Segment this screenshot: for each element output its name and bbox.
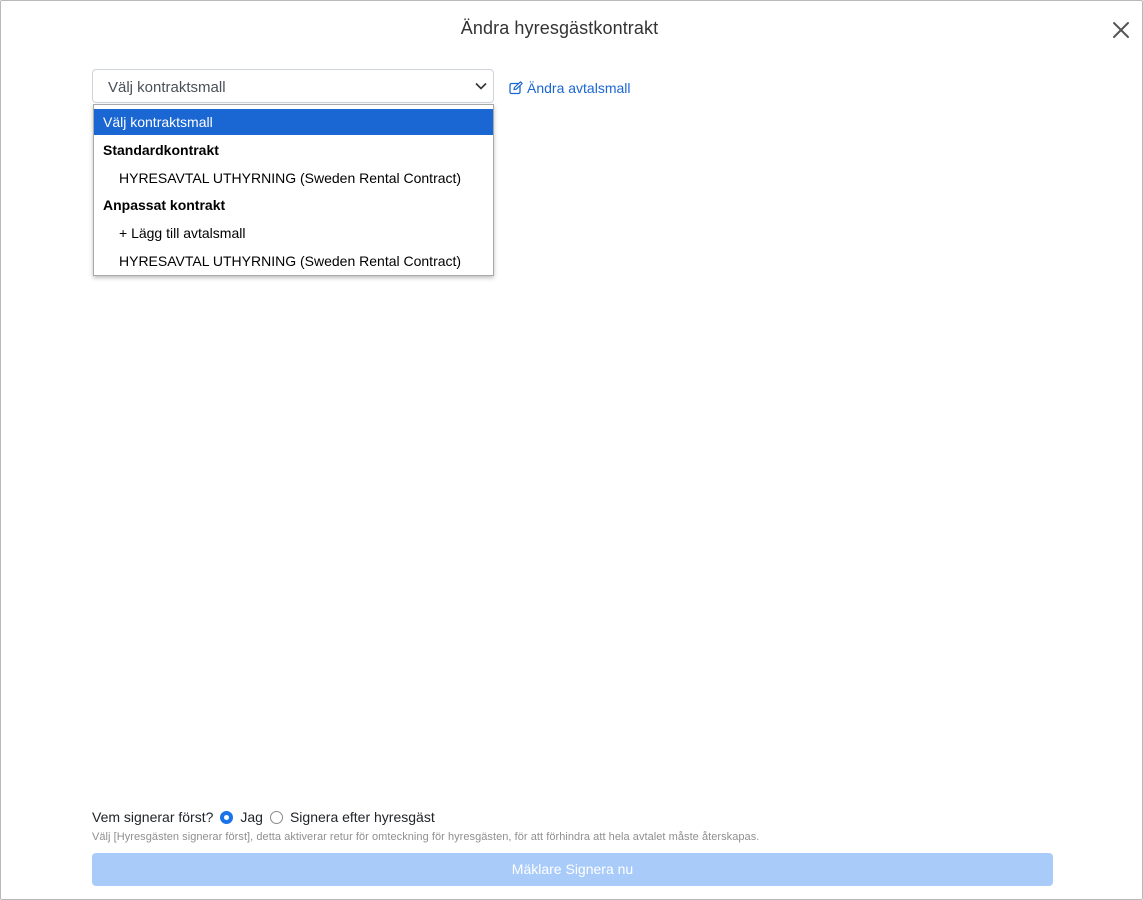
radio-sign-me-first[interactable] <box>220 810 234 824</box>
chevron-down-icon <box>475 82 487 90</box>
radio-label-me: Jag <box>240 809 263 825</box>
select-value: Välj kontraktsmall <box>108 79 226 96</box>
contract-template-select[interactable]: Välj kontraktsmall <box>92 69 494 103</box>
dropdown-option-placeholder[interactable]: Välj kontraktsmall <box>94 109 493 135</box>
radio-sign-after-tenant[interactable] <box>269 810 283 824</box>
template-dropdown-list: Välj kontraktsmall Standardkontrakt HYRE… <box>93 104 494 276</box>
broker-sign-now-button[interactable]: Mäklare Signera nu <box>92 853 1053 886</box>
modal-title: Ändra hyresgästkontrakt <box>460 18 659 38</box>
close-icon <box>1113 22 1129 38</box>
edit-template-link[interactable]: Ändra avtalsmall <box>509 80 631 96</box>
close-button[interactable] <box>1112 21 1132 41</box>
edit-template-label: Ändra avtalsmall <box>527 80 631 96</box>
edit-contract-modal: Ändra hyresgästkontrakt Välj kontraktsma… <box>0 0 1143 900</box>
signing-question: Vem signerar först? <box>92 809 214 825</box>
dropdown-group-standard: Standardkontrakt <box>103 142 219 158</box>
dropdown-option-add-template[interactable]: + Lägg till avtalsmall <box>94 220 493 246</box>
radio-label-after-tenant: Signera efter hyresgäst <box>289 809 435 825</box>
dropdown-group-custom: Anpassat kontrakt <box>103 197 226 213</box>
edit-icon <box>509 81 523 95</box>
signing-order-row: Vem signerar först? Jag Signera efter hy… <box>92 809 435 825</box>
signing-hint: Välj [Hyresgästen signerar först], detta… <box>92 831 760 843</box>
dropdown-option-custom-rental[interactable]: HYRESAVTAL UTHYRNING (Sweden Rental Cont… <box>94 248 493 274</box>
dropdown-option-standard-rental[interactable]: HYRESAVTAL UTHYRNING (Sweden Rental Cont… <box>94 165 493 191</box>
